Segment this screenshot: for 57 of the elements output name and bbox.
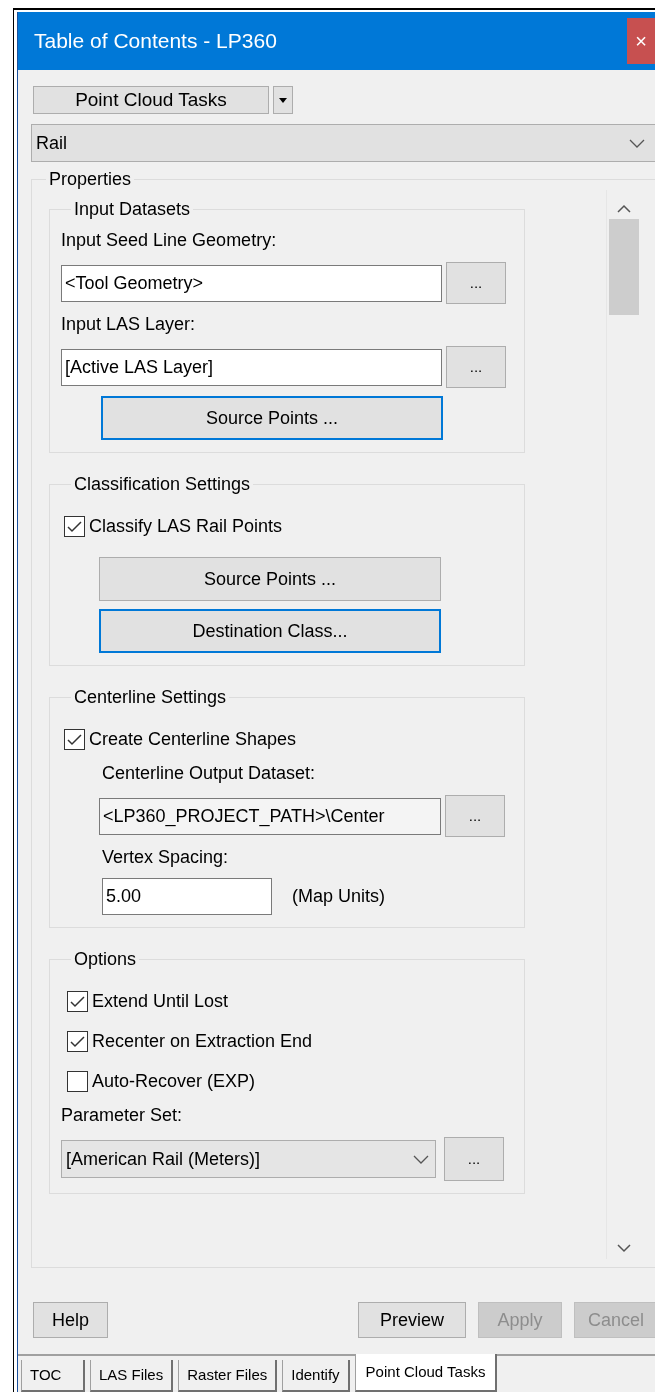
browse-button[interactable]: ... xyxy=(445,795,505,837)
task-button[interactable]: Point Cloud Tasks xyxy=(33,86,269,114)
field-label: Input Seed Line Geometry: xyxy=(61,229,278,252)
dropdown-arrow-button[interactable] xyxy=(273,86,293,114)
path-field[interactable]: <LP360_PROJECT_PATH>\Center xyxy=(99,797,441,835)
browse-button[interactable]: ... xyxy=(444,1137,504,1181)
tab[interactable]: Point Cloud Tasks xyxy=(354,1354,498,1392)
group-title: Classification Settings xyxy=(73,473,252,495)
checkbox-label: Recenter on Extraction End xyxy=(92,1030,313,1053)
checkbox[interactable] xyxy=(67,991,88,1012)
chevron-down-icon xyxy=(616,1244,631,1253)
tab[interactable]: LAS Files xyxy=(90,1360,174,1392)
group-title: Options xyxy=(73,948,138,970)
checkbox[interactable] xyxy=(67,1031,88,1052)
check-icon xyxy=(70,995,85,1008)
field-label: Parameter Set: xyxy=(61,1104,184,1127)
caret-icon xyxy=(279,97,287,103)
chevron-down-icon xyxy=(413,1153,429,1165)
group-title: Centerline Settings xyxy=(73,686,228,708)
chevron-up-icon xyxy=(616,204,631,213)
checkbox[interactable] xyxy=(64,516,85,537)
field-label: Centerline Output Dataset: xyxy=(102,762,317,785)
path-field[interactable]: <Tool Geometry> xyxy=(61,264,442,302)
action-button[interactable]: Source Points ... xyxy=(99,557,441,601)
tab[interactable]: Raster Files xyxy=(178,1360,278,1392)
group-title: Input Datasets xyxy=(73,198,192,220)
number-field[interactable]: 5.00 xyxy=(102,878,272,915)
dropdown-value: Rail xyxy=(36,131,67,155)
checkbox-label: Auto-Recover (EXP) xyxy=(92,1070,256,1093)
tab[interactable]: TOC xyxy=(21,1360,85,1392)
unit-label: (Map Units) xyxy=(292,885,385,908)
tab[interactable]: Identify xyxy=(282,1360,350,1392)
field-label: Input LAS Layer: xyxy=(61,313,197,336)
checkbox[interactable] xyxy=(64,729,85,750)
action-button[interactable]: Source Points ... xyxy=(101,396,443,440)
section-title: Properties xyxy=(48,168,133,190)
check-icon xyxy=(67,520,82,533)
parameter-dropdown[interactable]: [American Rail (Meters)] xyxy=(61,1140,436,1178)
path-field[interactable]: [Active LAS Layer] xyxy=(61,348,442,386)
dialog-button[interactable]: Preview xyxy=(358,1302,466,1338)
dropdown-value: [American Rail (Meters)] xyxy=(66,1147,261,1171)
check-icon xyxy=(67,733,82,746)
close-button[interactable]: × xyxy=(627,18,655,64)
checkbox[interactable] xyxy=(67,1071,88,1092)
checkbox-label: Create Centerline Shapes xyxy=(89,728,297,751)
window-title: Table of Contents - LP360 xyxy=(33,28,277,55)
action-button[interactable]: Destination Class... xyxy=(99,609,441,653)
browse-button[interactable]: ... xyxy=(446,346,506,388)
task-dropdown[interactable]: Rail xyxy=(31,124,655,162)
chevron-down-icon xyxy=(629,137,645,149)
checkbox-label: Extend Until Lost xyxy=(92,990,229,1013)
field-label: Vertex Spacing: xyxy=(102,846,230,869)
check-icon xyxy=(70,1035,85,1048)
checkbox-label: Classify LAS Rail Points xyxy=(89,515,283,538)
dialog-button[interactable]: Help xyxy=(33,1302,108,1338)
scrollbar-thumb[interactable] xyxy=(608,219,639,315)
browse-button[interactable]: ... xyxy=(446,262,506,304)
